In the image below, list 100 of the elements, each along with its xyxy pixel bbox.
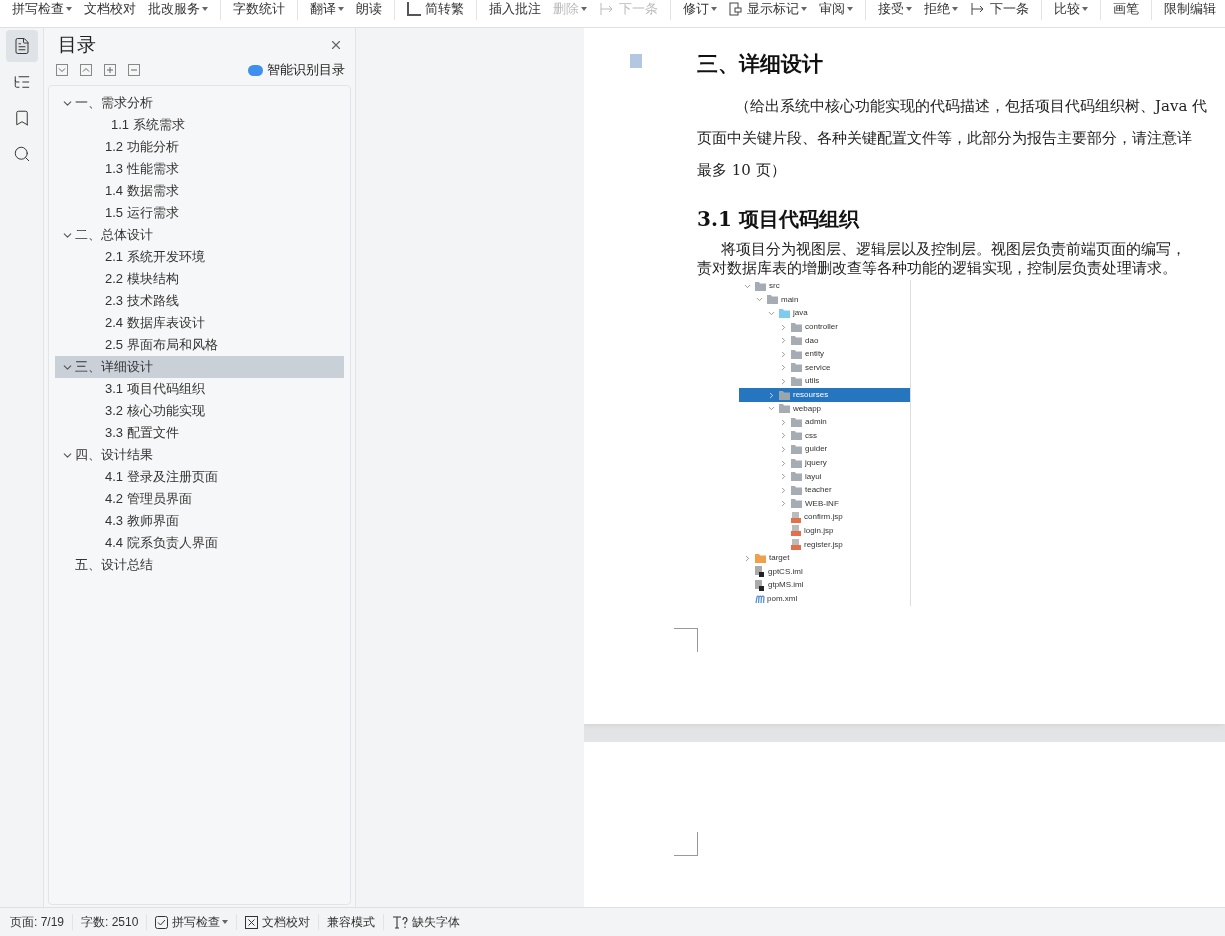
project-tree-row[interactable]: target (739, 551, 910, 565)
project-tree-row[interactable]: webapp (739, 401, 910, 416)
toc-item[interactable]: 2.2 模块结构 (55, 268, 344, 290)
folder-icon (755, 281, 766, 291)
toc-item[interactable]: 4.2 管理员界面 (55, 488, 344, 510)
toolbar-button[interactable]: 比较 (1054, 0, 1088, 19)
toc-item[interactable]: 1.3 性能需求 (55, 158, 344, 180)
toc-item[interactable]: 一、需求分析 (55, 92, 344, 114)
toc-item[interactable]: 4.4 院系负责人界面 (55, 532, 344, 554)
folder-icon (791, 417, 802, 427)
add-button[interactable] (104, 64, 116, 76)
project-tree-row[interactable]: register.jsp (739, 537, 910, 552)
project-tree-row[interactable]: layui (739, 469, 910, 484)
toc-item[interactable]: 3.1 项目代码组织 (55, 378, 344, 400)
project-tree-row[interactable]: java (739, 306, 910, 321)
toc-item[interactable]: 2.4 数据库表设计 (55, 312, 344, 334)
document-list-icon[interactable] (5, 30, 38, 62)
toc-item[interactable]: 2.5 界面布局和风格 (55, 334, 344, 356)
toolbar-button[interactable]: 字数统计 (233, 0, 285, 19)
project-tree-row[interactable]: css (739, 429, 910, 443)
project-tree-row[interactable]: dao (739, 333, 910, 348)
maven-icon (755, 594, 765, 603)
caret-icon (66, 6, 72, 11)
toc-item[interactable]: 1.5 运行需求 (55, 202, 344, 224)
status-text: 兼容模式 (327, 914, 376, 931)
toolbar-button[interactable]: 插入批注 (489, 0, 541, 19)
project-tree-row[interactable]: teacher (739, 483, 910, 497)
toolbar-button[interactable]: 翻译 (310, 0, 344, 19)
toc-item[interactable]: 3.3 配置文件 (55, 422, 344, 444)
folder-icon (791, 472, 802, 482)
project-tree-row[interactable]: pom.xml (739, 592, 910, 606)
toc-item[interactable]: 1.4 数据需求 (55, 180, 344, 202)
package-folder-icon (791, 363, 802, 373)
proofread-icon (245, 915, 259, 929)
margin-corner-mark (674, 628, 698, 652)
toc-item[interactable]: 2.1 系统开发环境 (55, 246, 344, 268)
project-tree-row[interactable]: WEB-INF (739, 497, 910, 511)
expand-chevron-icon[interactable] (743, 553, 752, 563)
minus-icon (130, 66, 138, 74)
toc-item[interactable]: 3.2 核心功能实现 (55, 400, 344, 422)
remove-button[interactable] (128, 64, 140, 76)
expand-all-button[interactable] (56, 64, 68, 76)
project-tree-row[interactable]: entity (739, 347, 910, 362)
smart-toc-button[interactable]: 智能识别目录 (248, 60, 345, 80)
toc-item[interactable]: 二、总体设计 (55, 224, 344, 246)
paragraph-line: 责对数据库表的增删改查等各种功能的逻辑实现，控制层负责处理请求。 (697, 258, 1178, 278)
folder-icon (791, 485, 802, 495)
caret-icon (222, 920, 229, 924)
project-tree-row[interactable]: controller (739, 320, 910, 334)
toolbar-button[interactable]: 审阅 (819, 0, 853, 19)
toc-item[interactable]: 五、设计总结 (55, 554, 344, 576)
toc-item[interactable]: 4.3 教师界面 (55, 510, 344, 532)
plus-icon (106, 66, 114, 74)
status-button[interactable]: 文档校对 (262, 913, 311, 931)
toc-item[interactable]: 三、详细设计 (55, 356, 344, 378)
project-tree-row[interactable]: gptCS.iml (739, 564, 910, 579)
toc-item[interactable]: 四、设计结果 (55, 444, 344, 466)
toolbar-button[interactable]: 文档校对 (84, 0, 136, 19)
toolbar-button[interactable]: 显示标记 (729, 0, 807, 19)
toolbar-button[interactable]: 批改服务 (148, 0, 208, 19)
toolbar-button[interactable]: 修订 (683, 0, 717, 19)
project-tree-row[interactable]: service (739, 361, 910, 375)
chevron-up-icon (82, 66, 90, 74)
project-tree-row[interactable]: admin (739, 415, 910, 430)
jsp-file-icon (791, 525, 801, 537)
toolbar-button[interactable]: 简转繁 (407, 0, 464, 19)
collapse-all-button[interactable] (80, 64, 92, 76)
toolbar-button[interactable]: 画笔 (1113, 0, 1139, 19)
project-tree-row[interactable]: jquery (739, 456, 910, 470)
project-tree-row[interactable]: main (739, 293, 910, 307)
project-tree-row[interactable]: utils (739, 374, 910, 389)
toolbar-button[interactable]: 拼写检查 (12, 0, 72, 19)
caret-icon (711, 6, 717, 11)
close-button[interactable] (329, 38, 343, 52)
panel-title: 目录 (58, 32, 96, 57)
toolbar-button[interactable]: 接受 (878, 0, 912, 19)
project-tree-row[interactable]: resourses (739, 388, 910, 402)
toolbar-button[interactable]: 拒绝 (924, 0, 958, 19)
section-heading: 三、详细设计 (697, 50, 824, 78)
project-tree-row[interactable]: guider (739, 442, 910, 457)
status-button[interactable]: 缺失字体 (412, 913, 461, 931)
resource-folder-icon (779, 390, 790, 400)
toc-item[interactable]: 2.3 技术路线 (55, 290, 344, 312)
margin-corner-mark (674, 832, 698, 856)
toolbar-button[interactable]: 限制编辑 (1164, 0, 1216, 19)
toolbar-button[interactable]: 朗读 (356, 0, 382, 19)
package-folder-icon (791, 349, 802, 359)
package-folder-icon (791, 336, 802, 346)
project-tree-row[interactable]: src (739, 279, 910, 294)
checkbox-icon (155, 915, 169, 929)
toc-item[interactable]: 1.1 系统需求 (55, 114, 344, 136)
toolbar-button[interactable]: 下一条 (970, 0, 1029, 19)
package-folder-icon (791, 322, 802, 332)
project-tree-row[interactable]: login.jsp (739, 524, 910, 538)
status-button[interactable]: 拼写检查 (172, 913, 221, 931)
paragraph-line: 页面中关键片段、各种关键配置文件等，此部分为报告主要部分，请注意详 (697, 127, 1193, 149)
toc-item[interactable]: 4.1 登录及注册页面 (55, 466, 344, 488)
toc-item[interactable]: 1.2 功能分析 (55, 136, 344, 158)
project-tree-row[interactable]: confirm.jsp (739, 510, 910, 525)
project-tree-row[interactable]: gtpMS.iml (739, 578, 910, 593)
